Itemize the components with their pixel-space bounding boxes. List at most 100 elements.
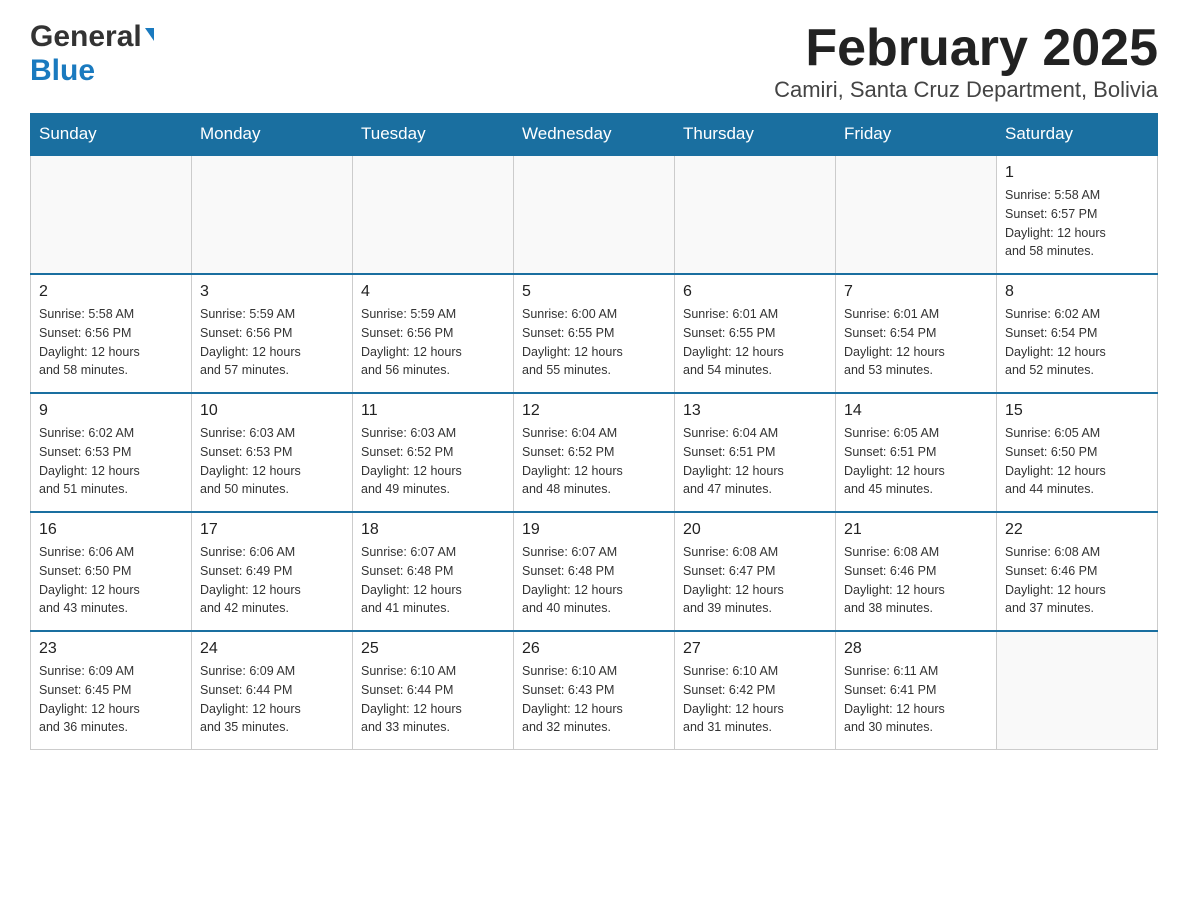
day-number: 19	[522, 521, 666, 539]
day-info: Sunrise: 6:07 AM Sunset: 6:48 PM Dayligh…	[522, 543, 666, 618]
day-info: Sunrise: 6:06 AM Sunset: 6:49 PM Dayligh…	[200, 543, 344, 618]
table-row: 11 Sunrise: 6:03 AM Sunset: 6:52 PM Dayli…	[353, 393, 514, 512]
day-number: 12	[522, 402, 666, 420]
table-row	[514, 155, 675, 274]
day-info: Sunrise: 6:10 AM Sunset: 6:43 PM Dayligh…	[522, 662, 666, 737]
table-row: 23 Sunrise: 6:09 AM Sunset: 6:45 PM Dayli…	[31, 631, 192, 750]
week-row-4: 23 Sunrise: 6:09 AM Sunset: 6:45 PM Dayli…	[31, 631, 1158, 750]
table-row: 15 Sunrise: 6:05 AM Sunset: 6:50 PM Dayli…	[997, 393, 1158, 512]
day-number: 14	[844, 402, 988, 420]
day-number: 23	[39, 640, 183, 658]
day-number: 15	[1005, 402, 1149, 420]
weekday-header-row: SundayMondayTuesdayWednesdayThursdayFrid…	[31, 114, 1158, 156]
week-row-3: 16 Sunrise: 6:06 AM Sunset: 6:50 PM Dayli…	[31, 512, 1158, 631]
day-number: 27	[683, 640, 827, 658]
title-block: February 2025 Camiri, Santa Cruz Departm…	[774, 20, 1158, 103]
day-number: 26	[522, 640, 666, 658]
logo: General Blue	[30, 20, 154, 88]
table-row: 3 Sunrise: 5:59 AM Sunset: 6:56 PM Daylig…	[192, 274, 353, 393]
day-info: Sunrise: 5:58 AM Sunset: 6:57 PM Dayligh…	[1005, 186, 1149, 261]
day-info: Sunrise: 6:07 AM Sunset: 6:48 PM Dayligh…	[361, 543, 505, 618]
day-info: Sunrise: 6:05 AM Sunset: 6:51 PM Dayligh…	[844, 424, 988, 499]
table-row: 18 Sunrise: 6:07 AM Sunset: 6:48 PM Dayli…	[353, 512, 514, 631]
weekday-header-wednesday: Wednesday	[514, 114, 675, 156]
day-info: Sunrise: 6:00 AM Sunset: 6:55 PM Dayligh…	[522, 305, 666, 380]
table-row: 6 Sunrise: 6:01 AM Sunset: 6:55 PM Daylig…	[675, 274, 836, 393]
table-row: 4Sunrise: 5:59 AM Sunset: 6:56 PM Daylig…	[353, 274, 514, 393]
table-row: 22Sunrise: 6:08 AM Sunset: 6:46 PM Dayli…	[997, 512, 1158, 631]
page-header: General Blue February 2025 Camiri, Santa…	[30, 20, 1158, 103]
day-info: Sunrise: 6:10 AM Sunset: 6:44 PM Dayligh…	[361, 662, 505, 737]
week-row-1: 2Sunrise: 5:58 AM Sunset: 6:56 PM Daylig…	[31, 274, 1158, 393]
day-info: Sunrise: 6:04 AM Sunset: 6:51 PM Dayligh…	[683, 424, 827, 499]
day-number: 28	[844, 640, 988, 658]
table-row: 2Sunrise: 5:58 AM Sunset: 6:56 PM Daylig…	[31, 274, 192, 393]
day-info: Sunrise: 6:01 AM Sunset: 6:54 PM Dayligh…	[844, 305, 988, 380]
day-info: Sunrise: 6:05 AM Sunset: 6:50 PM Dayligh…	[1005, 424, 1149, 499]
table-row	[31, 155, 192, 274]
day-number: 6	[683, 283, 827, 301]
calendar-table: SundayMondayTuesdayWednesdayThursdayFrid…	[30, 113, 1158, 750]
week-row-0: 1 Sunrise: 5:58 AM Sunset: 6:57 PM Daylig…	[31, 155, 1158, 274]
day-info: Sunrise: 5:59 AM Sunset: 6:56 PM Dayligh…	[200, 305, 344, 380]
day-info: Sunrise: 6:10 AM Sunset: 6:42 PM Dayligh…	[683, 662, 827, 737]
table-row: 14 Sunrise: 6:05 AM Sunset: 6:51 PM Dayli…	[836, 393, 997, 512]
table-row: 19 Sunrise: 6:07 AM Sunset: 6:48 PM Dayli…	[514, 512, 675, 631]
day-info: Sunrise: 6:09 AM Sunset: 6:44 PM Dayligh…	[200, 662, 344, 737]
table-row: 27 Sunrise: 6:10 AM Sunset: 6:42 PM Dayli…	[675, 631, 836, 750]
day-number: 10	[200, 402, 344, 420]
calendar-subtitle: Camiri, Santa Cruz Department, Bolivia	[774, 77, 1158, 103]
day-info: Sunrise: 6:06 AM Sunset: 6:50 PM Dayligh…	[39, 543, 183, 618]
weekday-header-saturday: Saturday	[997, 114, 1158, 156]
day-info: Sunrise: 6:11 AM Sunset: 6:41 PM Dayligh…	[844, 662, 988, 737]
calendar-body: 1 Sunrise: 5:58 AM Sunset: 6:57 PM Daylig…	[31, 155, 1158, 750]
table-row: 13 Sunrise: 6:04 AM Sunset: 6:51 PM Dayli…	[675, 393, 836, 512]
table-row: 5 Sunrise: 6:00 AM Sunset: 6:55 PM Daylig…	[514, 274, 675, 393]
calendar-title: February 2025	[774, 20, 1158, 77]
table-row	[836, 155, 997, 274]
day-info: Sunrise: 6:01 AM Sunset: 6:55 PM Dayligh…	[683, 305, 827, 380]
weekday-header-thursday: Thursday	[675, 114, 836, 156]
table-row	[997, 631, 1158, 750]
table-row: 8 Sunrise: 6:02 AM Sunset: 6:54 PM Daylig…	[997, 274, 1158, 393]
table-row: 10Sunrise: 6:03 AM Sunset: 6:53 PM Dayli…	[192, 393, 353, 512]
day-info: Sunrise: 6:08 AM Sunset: 6:46 PM Dayligh…	[844, 543, 988, 618]
day-number: 8	[1005, 283, 1149, 301]
weekday-header-tuesday: Tuesday	[353, 114, 514, 156]
table-row: 20Sunrise: 6:08 AM Sunset: 6:47 PM Dayli…	[675, 512, 836, 631]
day-number: 16	[39, 521, 183, 539]
day-number: 2	[39, 283, 183, 301]
calendar-header: SundayMondayTuesdayWednesdayThursdayFrid…	[31, 114, 1158, 156]
table-row: 25 Sunrise: 6:10 AM Sunset: 6:44 PM Dayli…	[353, 631, 514, 750]
table-row: 21Sunrise: 6:08 AM Sunset: 6:46 PM Dayli…	[836, 512, 997, 631]
table-row: 7Sunrise: 6:01 AM Sunset: 6:54 PM Daylig…	[836, 274, 997, 393]
day-number: 9	[39, 402, 183, 420]
day-number: 24	[200, 640, 344, 658]
day-info: Sunrise: 6:08 AM Sunset: 6:46 PM Dayligh…	[1005, 543, 1149, 618]
day-info: Sunrise: 6:03 AM Sunset: 6:52 PM Dayligh…	[361, 424, 505, 499]
day-number: 18	[361, 521, 505, 539]
table-row	[675, 155, 836, 274]
day-number: 1	[1005, 164, 1149, 182]
logo-blue: Blue	[30, 54, 95, 88]
day-number: 13	[683, 402, 827, 420]
day-number: 25	[361, 640, 505, 658]
weekday-header-sunday: Sunday	[31, 114, 192, 156]
logo-general: General	[30, 20, 142, 54]
table-row: 9 Sunrise: 6:02 AM Sunset: 6:53 PM Daylig…	[31, 393, 192, 512]
week-row-2: 9 Sunrise: 6:02 AM Sunset: 6:53 PM Daylig…	[31, 393, 1158, 512]
day-info: Sunrise: 6:08 AM Sunset: 6:47 PM Dayligh…	[683, 543, 827, 618]
table-row: 1 Sunrise: 5:58 AM Sunset: 6:57 PM Daylig…	[997, 155, 1158, 274]
weekday-header-monday: Monday	[192, 114, 353, 156]
day-info: Sunrise: 6:02 AM Sunset: 6:53 PM Dayligh…	[39, 424, 183, 499]
table-row	[192, 155, 353, 274]
day-info: Sunrise: 6:02 AM Sunset: 6:54 PM Dayligh…	[1005, 305, 1149, 380]
day-number: 4	[361, 283, 505, 301]
day-number: 3	[200, 283, 344, 301]
day-info: Sunrise: 6:09 AM Sunset: 6:45 PM Dayligh…	[39, 662, 183, 737]
day-number: 11	[361, 402, 505, 420]
day-number: 5	[522, 283, 666, 301]
table-row: 26 Sunrise: 6:10 AM Sunset: 6:43 PM Dayli…	[514, 631, 675, 750]
table-row: 12Sunrise: 6:04 AM Sunset: 6:52 PM Dayli…	[514, 393, 675, 512]
logo-triangle-icon	[145, 28, 154, 41]
